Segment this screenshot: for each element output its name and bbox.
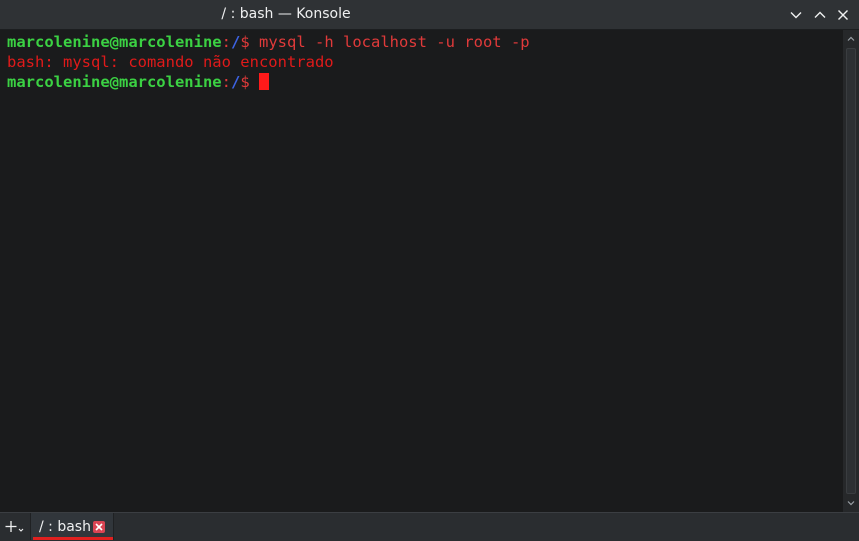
prompt-symbol: $ (240, 33, 250, 51)
prompt-path: / (230, 73, 241, 91)
chevron-up-icon (814, 11, 826, 18)
new-tab-icon (5, 521, 24, 532)
scroll-down-button[interactable] (843, 495, 859, 511)
close-icon (838, 10, 848, 20)
tab-label: / : bash (39, 519, 91, 535)
maximize-button[interactable] (811, 6, 829, 24)
vertical-scrollbar[interactable] (843, 30, 859, 512)
terminal-error-line: bash: mysql: comando não encontrado (7, 53, 334, 71)
prompt-symbol: $ (240, 73, 250, 91)
prompt-user-host: marcolenine@marcolenine (7, 33, 222, 51)
prompt-path: / (230, 33, 241, 51)
close-button[interactable] (834, 6, 852, 24)
scroll-down-icon (847, 501, 855, 506)
text-cursor (258, 73, 269, 90)
terminal-area[interactable]: marcolenine@marcolenine:/$ mysql -h loca… (0, 30, 843, 512)
tab-close-button[interactable] (93, 521, 105, 533)
scroll-up-icon (847, 36, 855, 41)
minimize-button[interactable] (787, 6, 805, 24)
tab-bar: / : bash (0, 512, 859, 541)
chevron-down-icon (790, 12, 802, 19)
tab-bash[interactable]: / : bash (30, 513, 114, 540)
new-tab-button[interactable] (4, 517, 28, 537)
prompt-user-host: marcolenine@marcolenine (7, 73, 222, 91)
prompt-separator: : (221, 33, 231, 51)
scroll-up-button[interactable] (843, 31, 859, 47)
prompt-separator: : (221, 73, 231, 91)
tab-close-icon (95, 523, 103, 531)
terminal-line-3: marcolenine@marcolenine:/$ (7, 72, 269, 92)
command-text: mysql -h localhost -u root -p (249, 33, 530, 51)
window-title: / : bash — Konsole (221, 6, 351, 22)
title-bar: / : bash — Konsole (0, 0, 859, 30)
terminal-line-1: marcolenine@marcolenine:/$ mysql -h loca… (7, 32, 530, 52)
scrollbar-thumb[interactable] (846, 48, 856, 494)
